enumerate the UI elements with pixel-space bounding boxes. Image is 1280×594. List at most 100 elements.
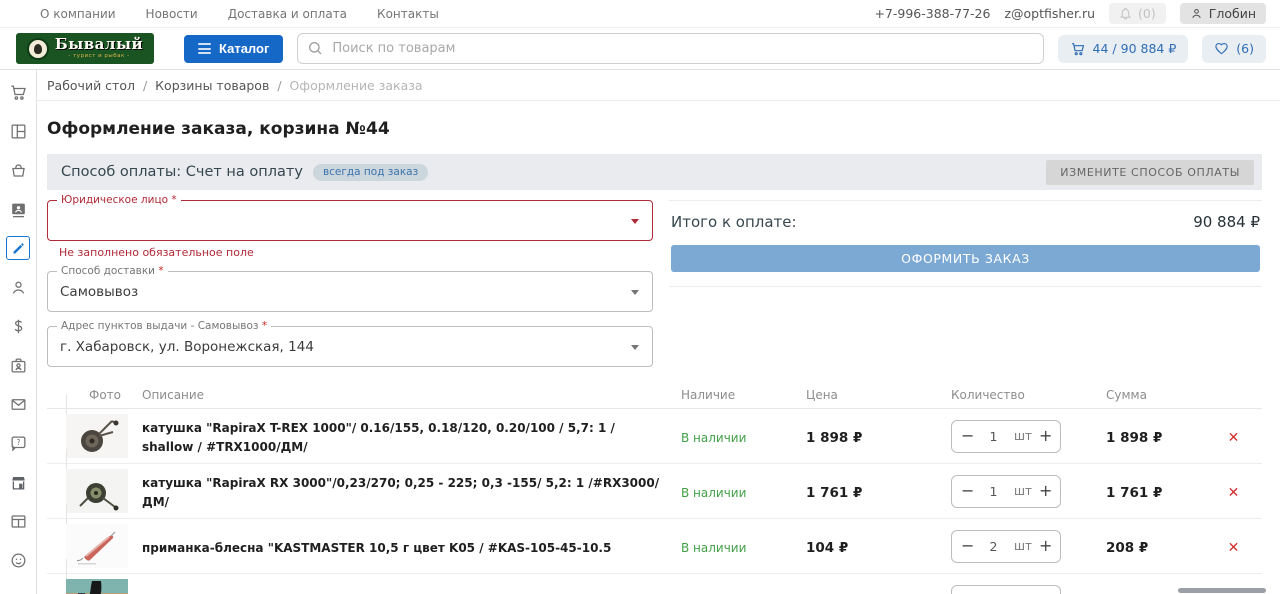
svg-text:?: ? — [16, 437, 20, 446]
table-row: одежда-носки рыбацкие/XL/2 шва/неопрен/7… — [47, 574, 1262, 594]
page-title: Оформление заказа, корзина №44 — [47, 119, 1262, 139]
sidebar-chat-question-icon[interactable]: ? — [6, 431, 30, 455]
sidebar-table-icon[interactable] — [6, 509, 30, 533]
payment-method-label: Способ оплаты: Счет на оплату — [61, 164, 303, 180]
sidebar-face-icon[interactable] — [6, 548, 30, 572]
unit-price: 104 ₽ — [806, 540, 848, 556]
sidebar-basket-icon[interactable] — [6, 158, 30, 182]
breadcrumb-checkout: Оформление заказа — [290, 78, 423, 93]
quantity-stepper: − 1 шт + — [951, 475, 1061, 508]
top-utility-bar: О компании Новости Доставка и оплата Кон… — [0, 0, 1280, 28]
remove-item-button[interactable]: ✕ — [1228, 430, 1240, 446]
quantity-unit: шт — [1014, 484, 1032, 498]
cart-icon — [1070, 41, 1086, 57]
quantity-unit: шт — [1014, 539, 1032, 553]
sidebar-storefront-icon[interactable] — [6, 470, 30, 494]
quantity-stepper: − 100 пар + — [951, 585, 1061, 594]
delivery-method-value: Самовывоз — [60, 284, 138, 300]
hamburger-icon — [198, 43, 211, 54]
notifications-count: (0) — [1138, 6, 1156, 21]
breadcrumb: Рабочий стол / Корзины товаров / Оформле… — [37, 70, 1280, 101]
table-row: приманка-блесна "KASTMASTER 10,5 г цвет … — [47, 519, 1262, 574]
increase-quantity-button[interactable]: + — [1039, 428, 1051, 444]
pickup-address-select[interactable]: Адрес пунктов выдачи - Самовывоз * г. Ха… — [47, 326, 653, 367]
legal-entity-error: Не заполнено обязательное поле — [59, 246, 653, 259]
unit-price: 1 898 ₽ — [806, 430, 862, 446]
quantity-input[interactable]: 2 — [973, 539, 1014, 554]
chevron-down-icon — [631, 345, 639, 350]
sidebar-mail-icon[interactable] — [6, 392, 30, 416]
sidebar-person-icon[interactable] — [6, 275, 30, 299]
decrease-quantity-button[interactable]: − — [961, 538, 973, 554]
table-header-row: Фото Описание Наличие Цена Количество Су… — [47, 381, 1262, 409]
nav-link-delivery[interactable]: Доставка и оплата — [228, 7, 347, 21]
search-input[interactable] — [297, 33, 1043, 64]
store-logo[interactable]: Бывалый - турист и рыбак - — [16, 33, 154, 64]
main-header: Бывалый - турист и рыбак - Каталог 44 / … — [0, 28, 1280, 70]
remove-item-button[interactable]: ✕ — [1228, 485, 1240, 501]
product-description: катушка "RapiraX RX 3000"/0,23/270; 0,25… — [142, 476, 659, 509]
line-total: 1 898 ₽ — [1106, 430, 1162, 446]
payment-method-bar: Способ оплаты: Счет на оплату всегда под… — [47, 154, 1262, 190]
phone-number: +7-996-388-77-26 — [874, 6, 990, 21]
user-menu-button[interactable]: Глобин — [1180, 3, 1266, 24]
sidebar-briefcase-icon[interactable] — [6, 353, 30, 377]
availability-status: В наличии — [681, 541, 746, 555]
pickup-address-value: г. Хабаровск, ул. Воронежская, 144 — [60, 339, 314, 355]
table-row: катушка "RapiraX T-REX 1000"/ 0.16/155, … — [47, 409, 1262, 464]
order-summary-panel: Итого к оплате: 90 884 ₽ ОФОРМИТЬ ЗАКАЗ — [669, 200, 1262, 287]
user-name: Глобин — [1209, 6, 1256, 21]
product-description: катушка "RapiraX T-REX 1000"/ 0.16/155, … — [142, 421, 615, 454]
legal-entity-select[interactable]: Юридическое лицо * — [47, 200, 653, 241]
delivery-method-select[interactable]: Способ доставки * Самовывоз — [47, 271, 653, 312]
submit-order-button[interactable]: ОФОРМИТЬ ЗАКАЗ — [671, 245, 1260, 272]
sidebar-dashboard-icon[interactable] — [6, 119, 30, 143]
table-row: катушка "RapiraX RX 3000"/0,23/270; 0,25… — [47, 464, 1262, 519]
remove-item-button[interactable]: ✕ — [1228, 540, 1240, 556]
nav-link-contacts[interactable]: Контакты — [377, 7, 439, 21]
cart-summary: 44 / 90 884 ₽ — [1093, 41, 1177, 56]
person-icon — [1190, 7, 1203, 20]
cart-items-table: Фото Описание Наличие Цена Количество Су… — [47, 381, 1262, 594]
line-total: 1 761 ₽ — [1106, 485, 1162, 501]
sidebar-edit-icon-active[interactable] — [6, 236, 30, 260]
favorites-button[interactable]: (6) — [1202, 35, 1266, 63]
horizontal-scrollbar-thumb[interactable] — [1178, 588, 1266, 593]
sidebar-cart-icon[interactable] — [6, 80, 30, 104]
sidebar-contact-card-icon[interactable] — [6, 197, 30, 221]
increase-quantity-button[interactable]: + — [1039, 538, 1051, 554]
line-total: 208 ₽ — [1106, 540, 1148, 556]
decrease-quantity-button[interactable]: − — [961, 483, 973, 499]
decrease-quantity-button[interactable]: − — [961, 428, 973, 444]
favorites-count: (6) — [1236, 41, 1254, 56]
unit-price: 1 761 ₽ — [806, 485, 862, 501]
search-icon — [307, 40, 323, 56]
change-payment-button[interactable]: ИЗМЕНИТЕ СПОСОБ ОПЛАТЫ — [1046, 160, 1254, 185]
notifications-button[interactable]: (0) — [1109, 3, 1166, 24]
bell-icon — [1119, 7, 1132, 20]
product-photo[interactable] — [66, 559, 130, 594]
increase-quantity-button[interactable]: + — [1039, 483, 1051, 499]
breadcrumb-carts[interactable]: Корзины товаров — [155, 78, 269, 93]
breadcrumb-desktop[interactable]: Рабочий стол — [47, 78, 135, 93]
heart-icon — [1214, 41, 1229, 56]
chevron-down-icon — [631, 219, 639, 224]
payment-badge: всегда под заказ — [313, 164, 428, 181]
quantity-stepper: − 2 шт + — [951, 530, 1061, 563]
total-value: 90 884 ₽ — [1193, 213, 1260, 231]
logo-title: Бывалый — [55, 37, 143, 52]
total-label: Итого к оплате: — [671, 213, 797, 231]
sidebar-dollar-icon[interactable] — [6, 314, 30, 338]
availability-status: В наличии — [681, 486, 746, 500]
top-nav: О компании Новости Доставка и оплата Кон… — [40, 7, 439, 21]
catalog-button[interactable]: Каталог — [184, 35, 283, 63]
nav-link-about[interactable]: О компании — [40, 7, 116, 21]
left-sidebar: ? — [0, 70, 37, 594]
nav-link-news[interactable]: Новости — [146, 7, 198, 21]
cart-button[interactable]: 44 / 90 884 ₽ — [1058, 35, 1189, 63]
quantity-unit: шт — [1014, 429, 1032, 443]
quantity-input[interactable]: 1 — [973, 429, 1014, 444]
logo-subtitle: - турист и рыбак - — [68, 54, 129, 60]
quantity-input[interactable]: 1 — [973, 484, 1014, 499]
chevron-down-icon — [631, 290, 639, 295]
